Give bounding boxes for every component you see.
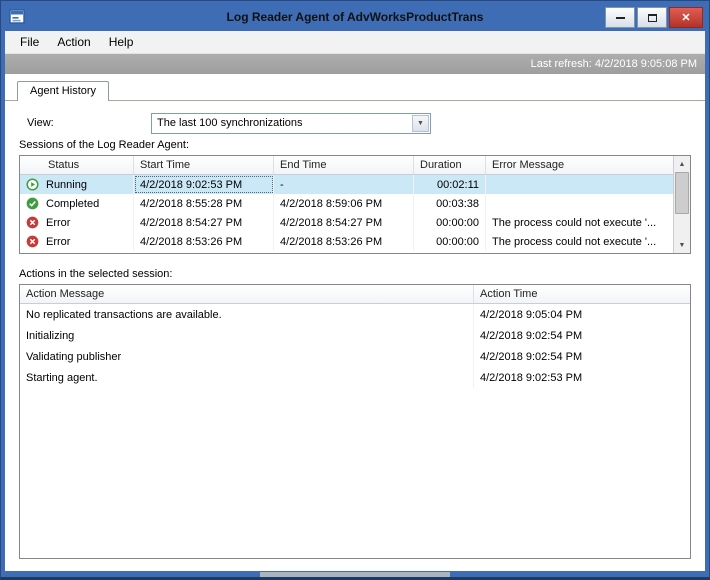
action-time-cell: 4/2/2018 9:02:54 PM (480, 350, 583, 363)
menu-bar: File Action Help (5, 31, 705, 54)
column-header-error-message[interactable]: Error Message (486, 156, 673, 174)
status-cell: Error (20, 213, 134, 232)
action-row[interactable]: No replicated transactions are available… (20, 304, 690, 325)
actions-section-label: Actions in the selected session: (19, 264, 691, 284)
action-row[interactable]: Starting agent. 4/2/2018 9:02:53 PM (20, 367, 690, 388)
maximize-button[interactable] (637, 7, 667, 28)
log-reader-agent-window: Log Reader Agent of AdvWorksProductTrans… (0, 0, 710, 580)
content-area: Agent History View: The last 100 synchro… (5, 74, 705, 571)
duration-cell: 00:00:00 (414, 232, 486, 251)
action-row[interactable]: Validating publisher 4/2/2018 9:02:54 PM (20, 346, 690, 367)
status-cell: Completed (20, 194, 134, 213)
sessions-table-main: Status Start Time End Time Duration Erro… (20, 156, 673, 253)
tab-agent-history[interactable]: Agent History (17, 81, 110, 101)
menu-file[interactable]: File (11, 32, 48, 52)
title-bar[interactable]: Log Reader Agent of AdvWorksProductTrans… (5, 3, 705, 31)
scroll-down-icon: ▼ (678, 241, 686, 249)
menu-action[interactable]: Action (48, 32, 99, 52)
sessions-section-label: Sessions of the Log Reader Agent: (19, 135, 691, 155)
window-title: Log Reader Agent of AdvWorksProductTrans (226, 10, 484, 24)
view-label: View: (27, 117, 54, 129)
action-message-cell: Validating publisher (20, 346, 474, 367)
end-time-cell: 4/2/2018 8:53:26 PM (274, 232, 414, 251)
status-strip: Last refresh: 4/2/2018 9:05:08 PM (5, 54, 705, 74)
column-header-duration[interactable]: Duration (414, 156, 486, 174)
scroll-up-icon: ▲ (678, 160, 686, 168)
action-message-cell: Starting agent. (20, 367, 474, 388)
session-row-error-1[interactable]: Error 4/2/2018 8:54:27 PM 4/2/2018 8:54:… (20, 213, 673, 232)
actions-table-main: Action Message Action Time No replicated… (20, 285, 690, 558)
resize-grip[interactable] (260, 572, 450, 577)
actions-label-text: Actions in the selected session: (19, 268, 173, 280)
sessions-table: Status Start Time End Time Duration Erro… (19, 155, 691, 254)
error-message-cell (486, 194, 673, 213)
session-row-error-2[interactable]: Error 4/2/2018 8:53:26 PM 4/2/2018 8:53:… (20, 232, 673, 251)
column-header-action-message[interactable]: Action Message (20, 285, 474, 303)
view-row: View: The last 100 synchronizations ▼ (19, 111, 691, 135)
end-time-cell: 4/2/2018 8:54:27 PM (274, 213, 414, 232)
status-text: Error (46, 216, 71, 229)
start-time-cell: 4/2/2018 8:53:26 PM (134, 232, 274, 251)
end-time-cell: 4/2/2018 8:59:06 PM (274, 194, 414, 213)
caption-buttons: ✕ (605, 6, 703, 28)
status-text: Running (46, 178, 87, 191)
error-message-cell (486, 175, 673, 194)
action-message-cell: No replicated transactions are available… (20, 304, 474, 325)
close-button[interactable]: ✕ (669, 7, 703, 28)
running-icon (26, 178, 39, 191)
start-time-cell: 4/2/2018 8:54:27 PM (134, 213, 274, 232)
view-combobox-dropdown-button[interactable]: ▼ (412, 114, 429, 132)
sessions-label-text: Sessions of the Log Reader Agent: (19, 139, 190, 151)
error-icon (26, 235, 39, 248)
session-row-completed[interactable]: Completed 4/2/2018 8:55:28 PM 4/2/2018 8… (20, 194, 673, 213)
duration-cell: 00:03:38 (414, 194, 486, 213)
view-combobox[interactable]: The last 100 synchronizations ▼ (151, 112, 431, 134)
last-refresh-label: Last refresh: 4/2/2018 9:05:08 PM (530, 58, 697, 70)
actions-table-header: Action Message Action Time (20, 285, 690, 304)
action-time-cell: 4/2/2018 9:02:53 PM (480, 371, 583, 384)
scroll-up-button[interactable]: ▲ (674, 156, 690, 172)
completed-icon (26, 197, 39, 210)
duration-cell: 00:00:00 (414, 213, 486, 232)
column-header-start-time[interactable]: Start Time (134, 156, 274, 174)
close-icon: ✕ (681, 12, 691, 24)
status-text: Error (46, 235, 71, 248)
tab-page: View: The last 100 synchronizations ▼ Se… (5, 101, 705, 571)
start-time-cell: 4/2/2018 9:02:53 PM (134, 175, 274, 194)
status-text: Completed (46, 197, 100, 210)
error-message-cell: The process could not execute '... (492, 216, 657, 229)
actions-table-empty-area (20, 388, 690, 558)
end-time-cell: - (274, 175, 414, 194)
view-combobox-value: The last 100 synchronizations (157, 117, 303, 129)
scroll-down-button[interactable]: ▼ (674, 237, 690, 253)
status-cell: Running (20, 175, 134, 194)
error-icon (26, 216, 39, 229)
window-body: File Action Help Last refresh: 4/2/2018 … (5, 31, 705, 571)
action-row[interactable]: Initializing 4/2/2018 9:02:54 PM (20, 325, 690, 346)
action-time-cell: 4/2/2018 9:02:54 PM (480, 329, 583, 342)
menu-help[interactable]: Help (100, 32, 143, 52)
duration-cell: 00:02:11 (414, 175, 486, 194)
minimize-icon (615, 16, 625, 19)
action-time-cell: 4/2/2018 9:05:04 PM (480, 308, 583, 321)
sessions-table-header: Status Start Time End Time Duration Erro… (20, 156, 673, 175)
session-row-running[interactable]: Running 4/2/2018 9:02:53 PM - 00:02:11 (20, 175, 673, 194)
action-message-cell: Initializing (20, 325, 474, 346)
scrollbar-track[interactable] (674, 214, 690, 237)
column-header-action-time[interactable]: Action Time (474, 285, 690, 303)
column-header-status[interactable]: Status (20, 156, 134, 174)
actions-table: Action Message Action Time No replicated… (19, 284, 691, 559)
tab-strip: Agent History (5, 74, 705, 101)
sessions-scrollbar[interactable]: ▲ ▼ (673, 156, 690, 253)
chevron-down-icon: ▼ (417, 119, 424, 127)
error-message-cell: The process could not execute '... (492, 235, 657, 248)
minimize-button[interactable] (605, 7, 635, 28)
scrollbar-thumb[interactable] (675, 172, 689, 214)
app-icon (9, 9, 26, 25)
column-header-end-time[interactable]: End Time (274, 156, 414, 174)
status-cell: Error (20, 232, 134, 251)
start-time-cell: 4/2/2018 8:55:28 PM (134, 194, 274, 213)
maximize-icon (647, 13, 657, 22)
